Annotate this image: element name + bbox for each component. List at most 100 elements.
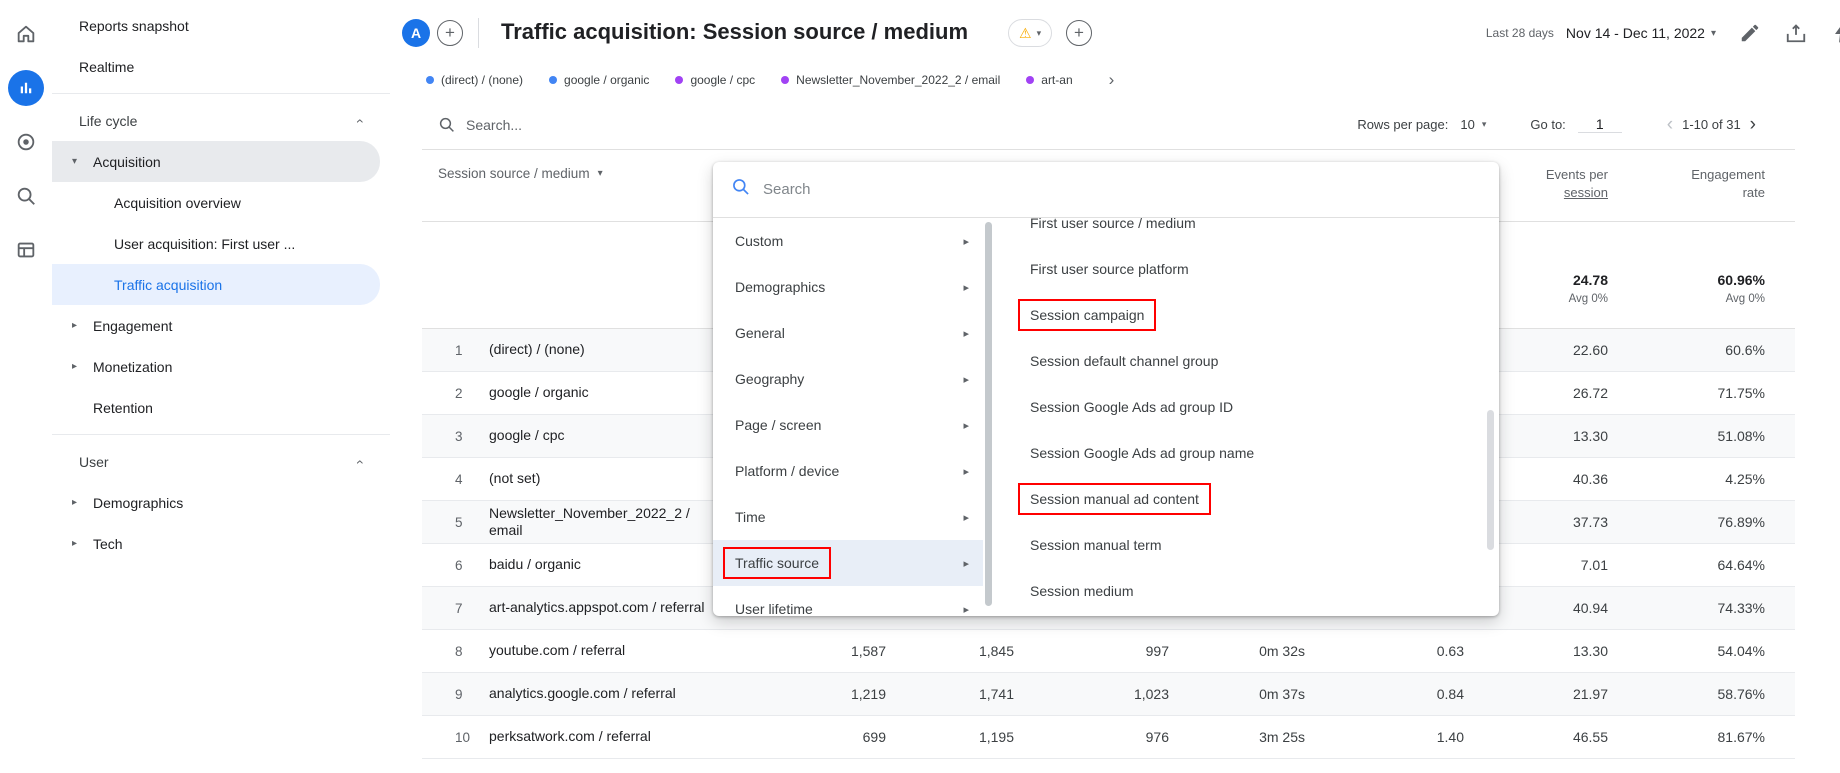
picker-categories: Custom ▸ Demographics ▸ General ▸ Geogra… (713, 218, 983, 615)
series-dot-icon (781, 76, 790, 84)
category-item-traffic-source[interactable]: Traffic source ▸ (713, 540, 983, 586)
date-range-picker[interactable]: Nov 14 - Dec 11, 2022 ▾ (1566, 25, 1716, 41)
category-item-user-lifetime[interactable]: User lifetime ▸ (713, 586, 983, 615)
dimension-item-session-campaign[interactable]: Session campaign (1008, 292, 1485, 338)
sidebar-section-user[interactable]: User › (52, 441, 390, 482)
app-rail (0, 0, 52, 773)
caret-right-icon[interactable]: ▸ (72, 538, 93, 549)
rows-per-page-select[interactable]: 10 ▾ (1460, 117, 1486, 132)
caret-down-icon: ▾ (1481, 119, 1487, 129)
series-dot-icon (1026, 76, 1035, 84)
series-dot-icon (675, 76, 684, 84)
explore-icon[interactable] (4, 174, 48, 218)
category-item-geography[interactable]: Geography ▸ (713, 356, 983, 402)
caret-right-icon: ▸ (963, 419, 969, 432)
sidebar-item-user-acquisition[interactable]: User acquisition: First user ... (52, 223, 390, 264)
caret-right-icon[interactable]: ▸ (72, 361, 93, 372)
dimension-item-session-default-channel-group[interactable]: Session default channel group (1008, 338, 1485, 384)
sidebar-item-retention[interactable]: Retention (52, 387, 390, 428)
dimension-item-first-user-source-medium[interactable]: First user source / medium (1008, 218, 1485, 246)
data-quality-dropdown[interactable]: ⚠ ▾ (1008, 19, 1053, 47)
caret-right-icon[interactable]: ▸ (72, 320, 93, 331)
totals-engagement-rate: 60.96% Avg 0% (1717, 271, 1765, 305)
next-page-icon[interactable]: › (1741, 115, 1765, 134)
engagement-rate-header[interactable]: Engagement rate (1608, 166, 1765, 202)
category-item-platform-device[interactable]: Platform / device ▸ (713, 448, 983, 494)
goto-page-input[interactable] (1577, 116, 1622, 133)
category-item-time[interactable]: Time ▸ (713, 494, 983, 540)
picker-search-input[interactable] (763, 181, 1481, 198)
series-dot-icon (549, 76, 558, 84)
sidebar-section-life-cycle[interactable]: Life cycle › (52, 100, 390, 141)
sidebar-item-label: Acquisition (93, 153, 161, 170)
sidebar-item-label: Engagement (93, 317, 173, 334)
legend-item: google / cpc (675, 73, 755, 87)
comparison-avatar[interactable]: A (402, 19, 430, 47)
picker-scrollbar[interactable] (1487, 410, 1494, 550)
sidebar-item-acquisition[interactable]: ▾ Acquisition (52, 141, 380, 182)
picker-dimensions: First user source / medium First user so… (1008, 218, 1485, 614)
insights-icon[interactable] (1830, 21, 1840, 45)
dimension-picker: Custom ▸ Demographics ▸ General ▸ Geogra… (713, 162, 1499, 616)
sidebar-item-label: Realtime (79, 58, 135, 75)
dimension-item-session-manual-ad-content[interactable]: Session manual ad content (1008, 476, 1485, 522)
category-item-page-screen[interactable]: Page / screen ▸ (713, 402, 983, 448)
reports-active-circle (8, 70, 44, 106)
caret-down-icon: ▾ (1036, 27, 1042, 38)
dimension-item-first-user-source-platform[interactable]: First user source platform (1008, 246, 1485, 292)
add-comparison-button[interactable]: + (437, 20, 463, 46)
report-header: A + Traffic acquisition: Session source … (390, 0, 1840, 66)
share-icon[interactable] (1784, 21, 1808, 45)
caret-right-icon: ▸ (963, 281, 969, 294)
library-icon[interactable] (4, 228, 48, 272)
reports-icon[interactable] (4, 66, 48, 110)
table-row: 10 perksatwork.com / referral 699 1,195 … (422, 716, 1795, 759)
home-icon[interactable] (4, 12, 48, 56)
pagination-controls: Rows per page: 10 ▾ Go to: ‹ 1-10 of 31 … (1357, 115, 1765, 134)
sidebar-item-label: Reports snapshot (79, 17, 189, 34)
table-row: 9 analytics.google.com / referral 1,219 … (422, 673, 1795, 716)
picker-scrollbar[interactable] (985, 222, 992, 606)
caret-right-icon: ▸ (963, 373, 969, 386)
prev-page-icon[interactable]: ‹ (1658, 115, 1682, 134)
category-item-custom[interactable]: Custom ▸ (713, 218, 983, 264)
advertising-icon[interactable] (4, 120, 48, 164)
add-report-tab-button[interactable]: + (1066, 20, 1092, 46)
caret-down-icon: ▾ (597, 168, 603, 179)
dimension-item-session-google-ads-ad-group-name[interactable]: Session Google Ads ad group name (1008, 430, 1485, 476)
dimension-item-session-manual-term[interactable]: Session manual term (1008, 522, 1485, 568)
chevron-up-icon[interactable]: › (351, 459, 367, 464)
caret-right-icon[interactable]: ▸ (72, 497, 93, 508)
table-search-input[interactable] (466, 116, 786, 133)
nav-divider (52, 93, 390, 94)
dimension-item-session-google-ads-ad-group-id[interactable]: Session Google Ads ad group ID (1008, 384, 1485, 430)
annotation-box: Session manual ad content (1018, 483, 1211, 515)
sidebar-item-reports-snapshot[interactable]: Reports snapshot (52, 5, 390, 46)
sidebar-item-engagement[interactable]: ▸ Engagement (52, 305, 390, 346)
header-divider (478, 18, 479, 48)
sidebar-item-acquisition-overview[interactable]: Acquisition overview (52, 182, 390, 223)
goto-label: Go to: (1530, 117, 1566, 132)
ga4-app: Reports snapshot Realtime Life cycle › ▾… (0, 0, 1840, 773)
customize-report-icon[interactable] (1738, 21, 1762, 45)
sidebar-item-demographics[interactable]: ▸ Demographics (52, 482, 390, 523)
caret-right-icon: ▸ (963, 603, 969, 616)
legend-item: google / organic (549, 73, 649, 87)
section-label: User (79, 453, 109, 470)
dimension-item-session-medium[interactable]: Session medium (1008, 568, 1485, 614)
picker-search-bar (713, 162, 1499, 218)
category-item-general[interactable]: General ▸ (713, 310, 983, 356)
legend-next-icon[interactable]: › (1109, 70, 1115, 90)
chevron-up-icon[interactable]: › (351, 118, 367, 123)
sidebar-item-tech[interactable]: ▸ Tech (52, 523, 390, 564)
sidebar-item-realtime[interactable]: Realtime (52, 46, 390, 87)
series-dot-icon (426, 76, 434, 84)
pagination-range: 1-10 of 31 (1682, 117, 1741, 132)
caret-down-icon[interactable]: ▾ (72, 156, 93, 167)
reports-nav-panel: Reports snapshot Realtime Life cycle › ▾… (52, 0, 390, 773)
legend-item: (direct) / (none) (426, 73, 523, 87)
category-item-demographics[interactable]: Demographics ▸ (713, 264, 983, 310)
chart-legend: (direct) / (none) google / organic googl… (426, 66, 1114, 94)
sidebar-item-monetization[interactable]: ▸ Monetization (52, 346, 390, 387)
sidebar-item-traffic-acquisition[interactable]: Traffic acquisition (52, 264, 380, 305)
